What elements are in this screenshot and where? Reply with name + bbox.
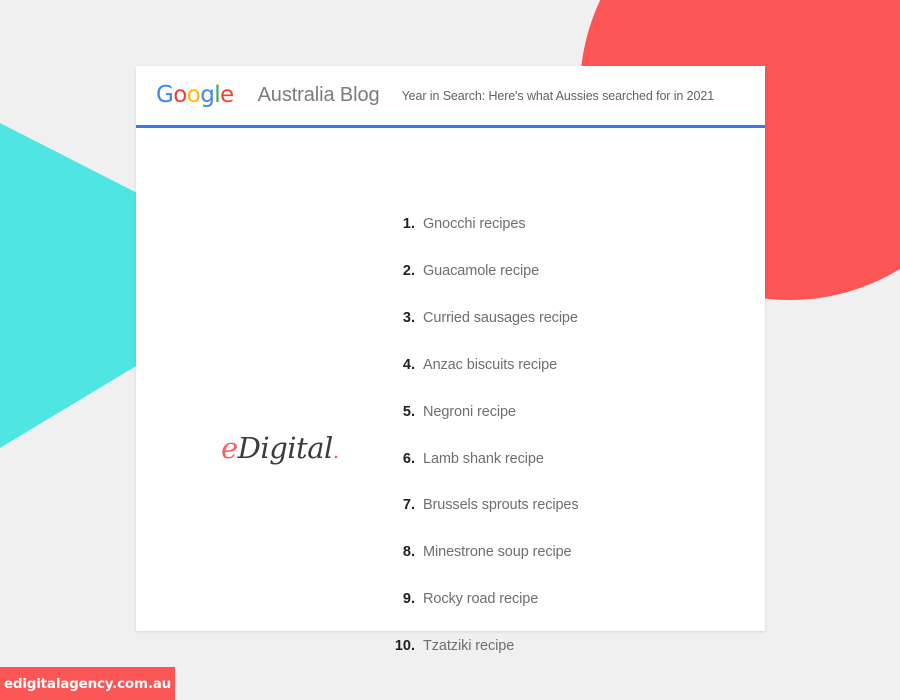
content-card: Google Australia Blog Year in Search: He…: [136, 66, 765, 654]
google-logo-letter-e: e: [220, 82, 234, 108]
list-item-label: Guacamole recipe: [423, 262, 540, 279]
list-item-label: Gnocchi recipes: [423, 216, 526, 232]
list-item[interactable]: 8. Minestrone soup recipe: [136, 544, 765, 566]
list-item[interactable]: 10. Tzatziki recipe: [136, 638, 765, 660]
list-item-rank: 10.: [394, 638, 415, 655]
list-item[interactable]: 2. Guacamole recipe: [136, 263, 765, 285]
google-logo-letter-g2: g: [200, 82, 215, 108]
header-subtitle: Year in Search: Here's what Aussies sear…: [401, 88, 715, 103]
list-item-rank: 5.: [402, 403, 415, 420]
card-header: Google Australia Blog Year in Search: He…: [136, 66, 765, 125]
list-item-rank: 3.: [402, 309, 415, 326]
list-item[interactable]: 5. Negroni recipe: [136, 404, 765, 426]
list-item-label: Lamb shank recipe: [423, 450, 544, 467]
list-item-label: Minestrone soup recipe: [423, 544, 572, 561]
list-item-label: Curried sausages recipe: [423, 309, 578, 326]
list-item[interactable]: 7. Brussels sprouts recipes: [136, 497, 765, 519]
google-logo-letter-g1: G: [156, 82, 174, 108]
list-item-rank: 6.: [402, 450, 415, 467]
list-item[interactable]: 4. Anzac biscuits recipe: [136, 357, 765, 379]
list-item-rank: 2.: [402, 262, 415, 279]
list-item[interactable]: 3. Curried sausages recipe: [136, 310, 765, 332]
blog-title: Australia Blog: [257, 84, 380, 106]
list-item-rank: 1.: [402, 216, 415, 232]
google-logo-letter-o2: o: [186, 82, 201, 108]
list-item[interactable]: 6. Lamb shank recipe: [136, 451, 765, 473]
list-item-label: Brussels sprouts recipes: [423, 497, 579, 514]
url-badge: edigitalagency.com.au: [0, 667, 175, 700]
list-item-label: Anzac biscuits recipe: [423, 356, 558, 373]
list-item-rank: 7.: [402, 497, 415, 514]
list-item[interactable]: 1. Gnocchi recipes: [136, 216, 765, 238]
card-body: eDigital. 1. Gnocchi recipes 2. Guacamole r…: [136, 128, 765, 654]
list-item-label: Negroni recipe: [423, 403, 516, 420]
google-logo-letter-o1: o: [173, 82, 187, 108]
list-item-rank: 9.: [402, 591, 415, 608]
list-item[interactable]: 9. Rocky road recipe: [136, 591, 765, 613]
list-item-label: Rocky road recipe: [423, 591, 539, 608]
list-item-rank: 4.: [402, 356, 415, 373]
list-item-label: Tzatziki recipe: [423, 638, 515, 655]
url-badge-text: edigitalagency.com.au: [3, 675, 172, 692]
list-item-rank: 8.: [402, 544, 415, 561]
google-logo: Google: [156, 84, 234, 107]
